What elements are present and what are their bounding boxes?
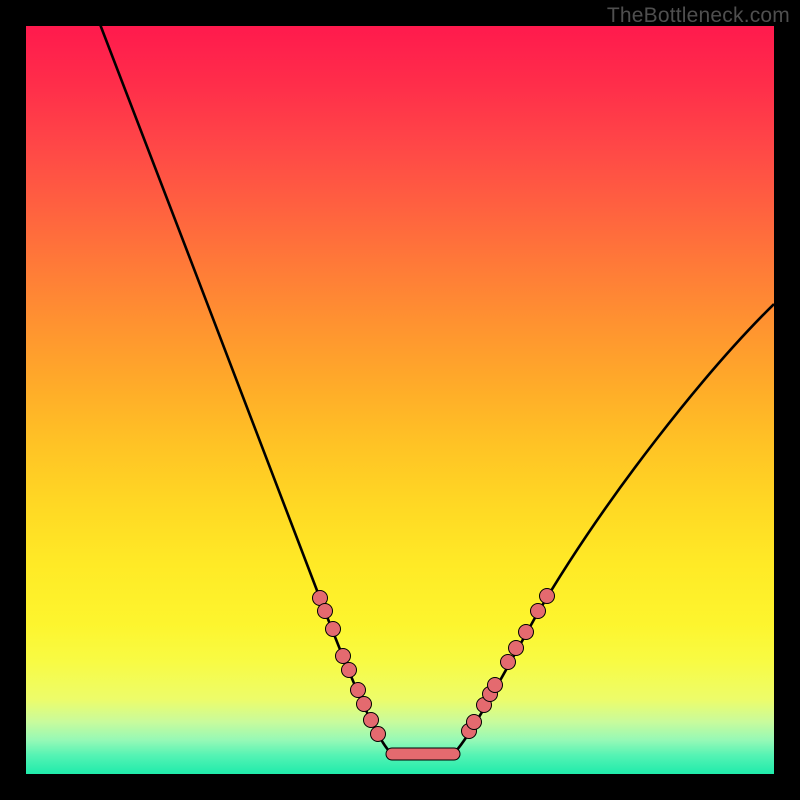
curve-dot <box>509 641 524 656</box>
curve-dot <box>326 622 341 637</box>
curve-dot <box>488 678 503 693</box>
curve-dot <box>364 713 379 728</box>
left-dot-cluster <box>313 591 386 742</box>
curve-dot <box>501 655 516 670</box>
bottleneck-curve-svg <box>26 26 774 774</box>
right-dot-cluster <box>462 589 555 739</box>
curve-dot <box>371 727 386 742</box>
chart-frame <box>26 26 774 774</box>
curve-dot <box>540 589 555 604</box>
valley-bar <box>386 748 460 760</box>
curve-dot <box>336 649 351 664</box>
curve-dot <box>519 625 534 640</box>
curve-dot <box>531 604 546 619</box>
v-curve-path <box>93 26 774 751</box>
watermark-text: TheBottleneck.com <box>607 4 790 28</box>
curve-dot <box>351 683 366 698</box>
curve-dot <box>357 697 372 712</box>
curve-dot <box>467 715 482 730</box>
curve-dot <box>342 663 357 678</box>
curve-dot <box>318 604 333 619</box>
